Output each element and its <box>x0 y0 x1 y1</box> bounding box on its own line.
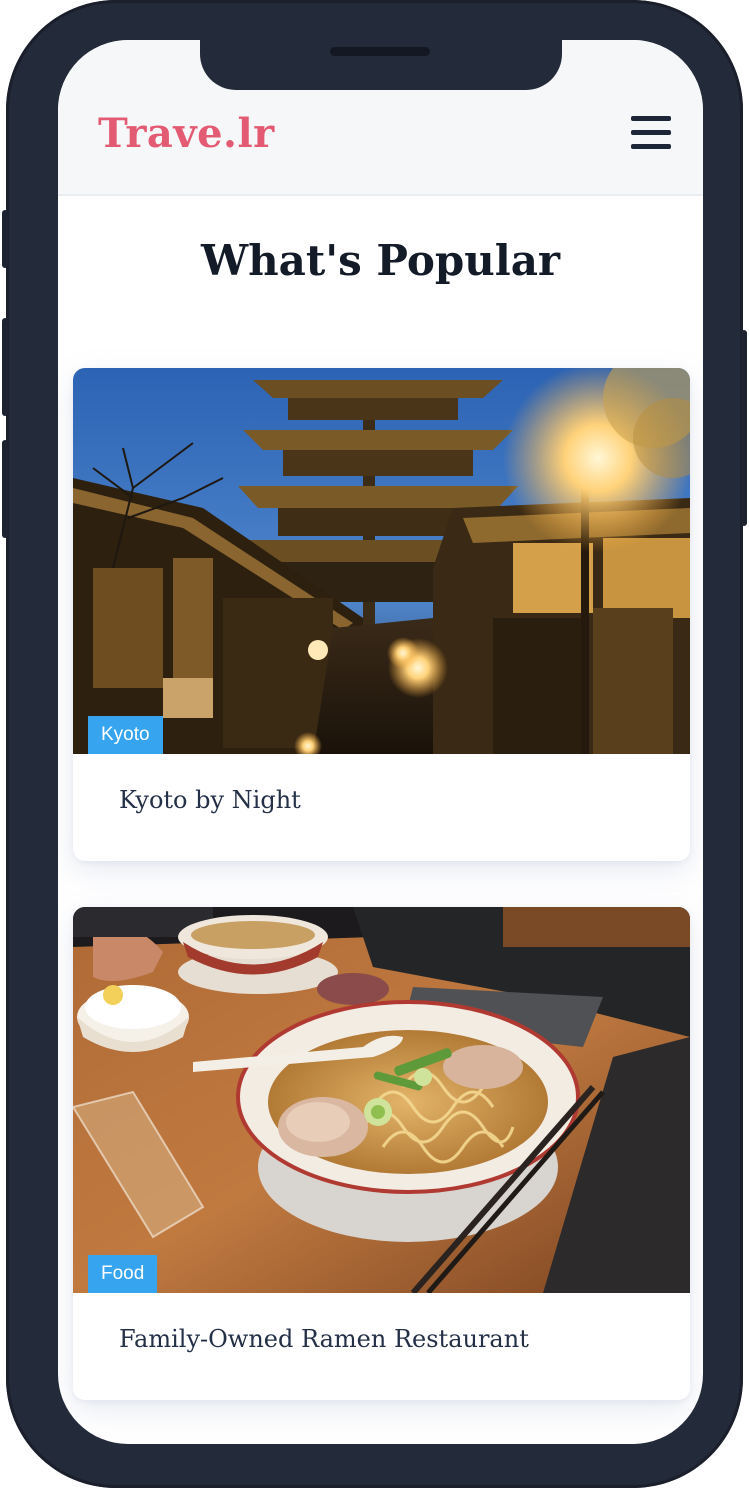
hamburger-menu-icon[interactable] <box>631 116 671 152</box>
mute-switch <box>2 210 8 268</box>
tag-badge[interactable]: Kyoto <box>88 716 163 754</box>
kyoto-pagoda-night-photo <box>73 368 690 754</box>
volume-down-button <box>2 440 8 538</box>
notch <box>200 40 562 90</box>
page-title: What's Popular <box>200 236 561 285</box>
card-title[interactable]: Family-Owned Ramen Restaurant <box>119 1325 529 1353</box>
app-logo[interactable]: Trave.lr <box>98 110 275 157</box>
phone-frame: Trave.lr What's Popular Kyoto Kyoto by N… <box>2 0 747 1488</box>
speaker-grille <box>330 47 430 56</box>
power-button <box>741 330 747 526</box>
ramen-bowl-photo <box>73 907 690 1293</box>
card-title[interactable]: Kyoto by Night <box>119 786 301 814</box>
phone-screen: Trave.lr What's Popular Kyoto Kyoto by N… <box>58 40 703 1444</box>
tag-badge[interactable]: Food <box>88 1255 158 1293</box>
article-card-ramen[interactable]: Food Family-Owned Ramen Restaurant <box>73 907 690 1400</box>
volume-up-button <box>2 318 8 416</box>
article-card-kyoto[interactable]: Kyoto Kyoto by Night <box>73 368 690 861</box>
